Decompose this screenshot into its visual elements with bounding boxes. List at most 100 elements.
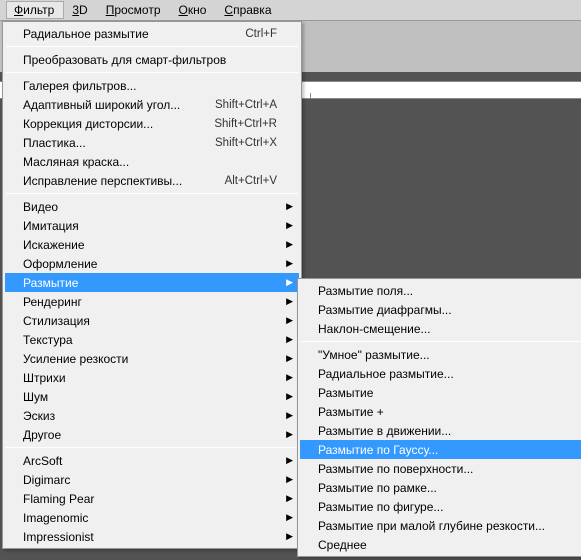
- menu-item-label: Эскиз: [23, 409, 55, 423]
- menu-item-label: Радиальное размытие: [23, 27, 149, 41]
- filter-menu-item[interactable]: Радиальное размытиеCtrl+F: [5, 24, 299, 43]
- menu-item-label: Радиальное размытие...: [318, 367, 454, 381]
- blur-submenu-item[interactable]: Размытие по рамке...: [300, 478, 581, 497]
- menu-item-label: Галерея фильтров...: [23, 79, 136, 93]
- menu-item-label: Размытие по поверхности...: [318, 462, 473, 476]
- blur-submenu-item[interactable]: Среднее: [300, 535, 581, 554]
- filter-menu-dropdown: Радиальное размытиеCtrl+F Преобразовать д…: [2, 21, 302, 549]
- menu-item-shortcut: Shift+Ctrl+X: [215, 137, 277, 149]
- chevron-right-icon: ▶: [286, 532, 293, 541]
- filter-menu-item[interactable]: Масляная краска...: [5, 152, 299, 171]
- menu-item-label: Размытие по Гауссу...: [318, 443, 438, 457]
- filter-menu-item[interactable]: Штрихи ▶: [5, 368, 299, 387]
- filter-menu-item[interactable]: Рендеринг▶: [5, 292, 299, 311]
- filter-menu-item[interactable]: Усиление резкости▶: [5, 349, 299, 368]
- menu-item-label: Среднее: [318, 538, 367, 552]
- menu-item-label: Impressionist: [23, 530, 94, 544]
- menu-item-label: Усиление резкости: [23, 352, 128, 366]
- menu-item-label: Размытие в движении...: [318, 424, 451, 438]
- blur-submenu-item[interactable]: Размытие диафрагмы...: [300, 300, 581, 319]
- chevron-right-icon: ▶: [286, 335, 293, 344]
- filter-menu-item[interactable]: ArcSoft▶: [5, 451, 299, 470]
- menu-item-label: Размытие: [318, 386, 373, 400]
- menu-item-label: Наклон-смещение...: [318, 322, 431, 336]
- filter-menu-item[interactable]: Digimarc ▶: [5, 470, 299, 489]
- blur-submenu-item[interactable]: Размытие в движении...: [300, 421, 581, 440]
- filter-menu-item[interactable]: Размытие▶: [5, 273, 299, 292]
- filter-menu-item[interactable]: Эскиз▶: [5, 406, 299, 425]
- menu-item-label: Пластика...: [23, 136, 86, 150]
- blur-submenu-item[interactable]: Наклон-смещение...: [300, 319, 581, 338]
- menu-separator: [301, 341, 581, 342]
- menu-item-label: Искажение: [23, 238, 85, 252]
- menubar-item-3d[interactable]: 3D: [64, 1, 97, 19]
- chevron-right-icon: ▶: [286, 392, 293, 401]
- filter-menu-item[interactable]: Шум▶: [5, 387, 299, 406]
- blur-submenu-item[interactable]: "Умное" размытие...: [300, 345, 581, 364]
- filter-menu-item[interactable]: Видео ▶: [5, 197, 299, 216]
- menubar-item-окно[interactable]: Окно: [171, 1, 217, 19]
- filter-menu-item[interactable]: Impressionist ▶: [5, 527, 299, 546]
- filter-menu-item[interactable]: Галерея фильтров...: [5, 76, 299, 95]
- menu-item-shortcut: Shift+Ctrl+A: [215, 99, 277, 111]
- menu-item-shortcut: Shift+Ctrl+R: [214, 118, 277, 130]
- filter-menu-item[interactable]: Имитация ▶: [5, 216, 299, 235]
- menu-item-label: Штрихи: [23, 371, 66, 385]
- filter-menu-item[interactable]: Адаптивный широкий угол... Shift+Ctrl+A: [5, 95, 299, 114]
- blur-submenu-item[interactable]: Радиальное размытие...: [300, 364, 581, 383]
- menu-item-label: Исправление перспективы...: [23, 174, 182, 188]
- menu-item-label: Адаптивный широкий угол...: [23, 98, 180, 112]
- menubar-item-фильтр[interactable]: Фильтр: [6, 1, 64, 19]
- menu-item-label: Видео: [23, 200, 58, 214]
- chevron-right-icon: ▶: [286, 494, 293, 503]
- menu-item-label: Размытие при малой глубине резкости...: [318, 519, 545, 533]
- menu-item-label: Flaming Pear: [23, 492, 94, 506]
- filter-menu-item[interactable]: Imagenomic▶: [5, 508, 299, 527]
- menu-item-label: Коррекция дисторсии...: [23, 117, 153, 131]
- menu-separator: [6, 46, 298, 47]
- blur-submenu-item[interactable]: Размытие по поверхности...: [300, 459, 581, 478]
- filter-menu-item[interactable]: Flaming Pear ▶: [5, 489, 299, 508]
- menu-item-label: Другое: [23, 428, 61, 442]
- chevron-right-icon: ▶: [286, 475, 293, 484]
- menubar: Фильтр3DПросмотрОкноСправка: [0, 0, 581, 21]
- chevron-right-icon: ▶: [286, 373, 293, 382]
- filter-menu-item[interactable]: Исправление перспективы... Alt+Ctrl+V: [5, 171, 299, 190]
- blur-submenu-item[interactable]: Размытие по фигуре...: [300, 497, 581, 516]
- chevron-right-icon: ▶: [286, 456, 293, 465]
- filter-menu-item[interactable]: Текстура ▶: [5, 330, 299, 349]
- menu-item-label: Текстура: [23, 333, 73, 347]
- chevron-right-icon: ▶: [286, 202, 293, 211]
- menu-item-label: Имитация: [23, 219, 79, 233]
- chevron-right-icon: ▶: [286, 259, 293, 268]
- menu-separator: [6, 72, 298, 73]
- menu-item-label: Размытие по фигуре...: [318, 500, 443, 514]
- menu-item-shortcut: Alt+Ctrl+V: [225, 175, 277, 187]
- filter-menu-item[interactable]: Искажение ▶: [5, 235, 299, 254]
- blur-submenu-item[interactable]: Размытие при малой глубине резкости...: [300, 516, 581, 535]
- filter-menu-item[interactable]: Оформление ▶: [5, 254, 299, 273]
- blur-submenu-item[interactable]: Размытие: [300, 383, 581, 402]
- menu-item-label: Оформление: [23, 257, 97, 271]
- chevron-right-icon: ▶: [286, 221, 293, 230]
- menu-item-label: Масляная краска...: [23, 155, 129, 169]
- blur-submenu-item[interactable]: Размытие +: [300, 402, 581, 421]
- menu-item-label: Преобразовать для смарт-фильтров: [23, 53, 226, 67]
- filter-menu-item[interactable]: Другое▶: [5, 425, 299, 444]
- blur-submenu-item[interactable]: Размытие по Гауссу...: [300, 440, 581, 459]
- menubar-item-справка[interactable]: Справка: [216, 1, 281, 19]
- menu-separator: [6, 193, 298, 194]
- menu-item-label: Digimarc: [23, 473, 70, 487]
- filter-menu-item[interactable]: Преобразовать для смарт-фильтров: [5, 50, 299, 69]
- menu-item-label: Размытие диафрагмы...: [318, 303, 452, 317]
- chevron-right-icon: ▶: [286, 278, 293, 287]
- filter-menu-item[interactable]: Пластика... Shift+Ctrl+X: [5, 133, 299, 152]
- menubar-item-просмотр[interactable]: Просмотр: [98, 1, 171, 19]
- menu-item-label: Размытие по рамке...: [318, 481, 437, 495]
- blur-submenu-dropdown: Размытие поля... Размытие диафрагмы... Нак…: [297, 278, 581, 557]
- menu-item-label: Размытие +: [318, 405, 384, 419]
- chevron-right-icon: ▶: [286, 240, 293, 249]
- blur-submenu-item[interactable]: Размытие поля...: [300, 281, 581, 300]
- filter-menu-item[interactable]: Коррекция дисторсии... Shift+Ctrl+R: [5, 114, 299, 133]
- filter-menu-item[interactable]: Стилизация▶: [5, 311, 299, 330]
